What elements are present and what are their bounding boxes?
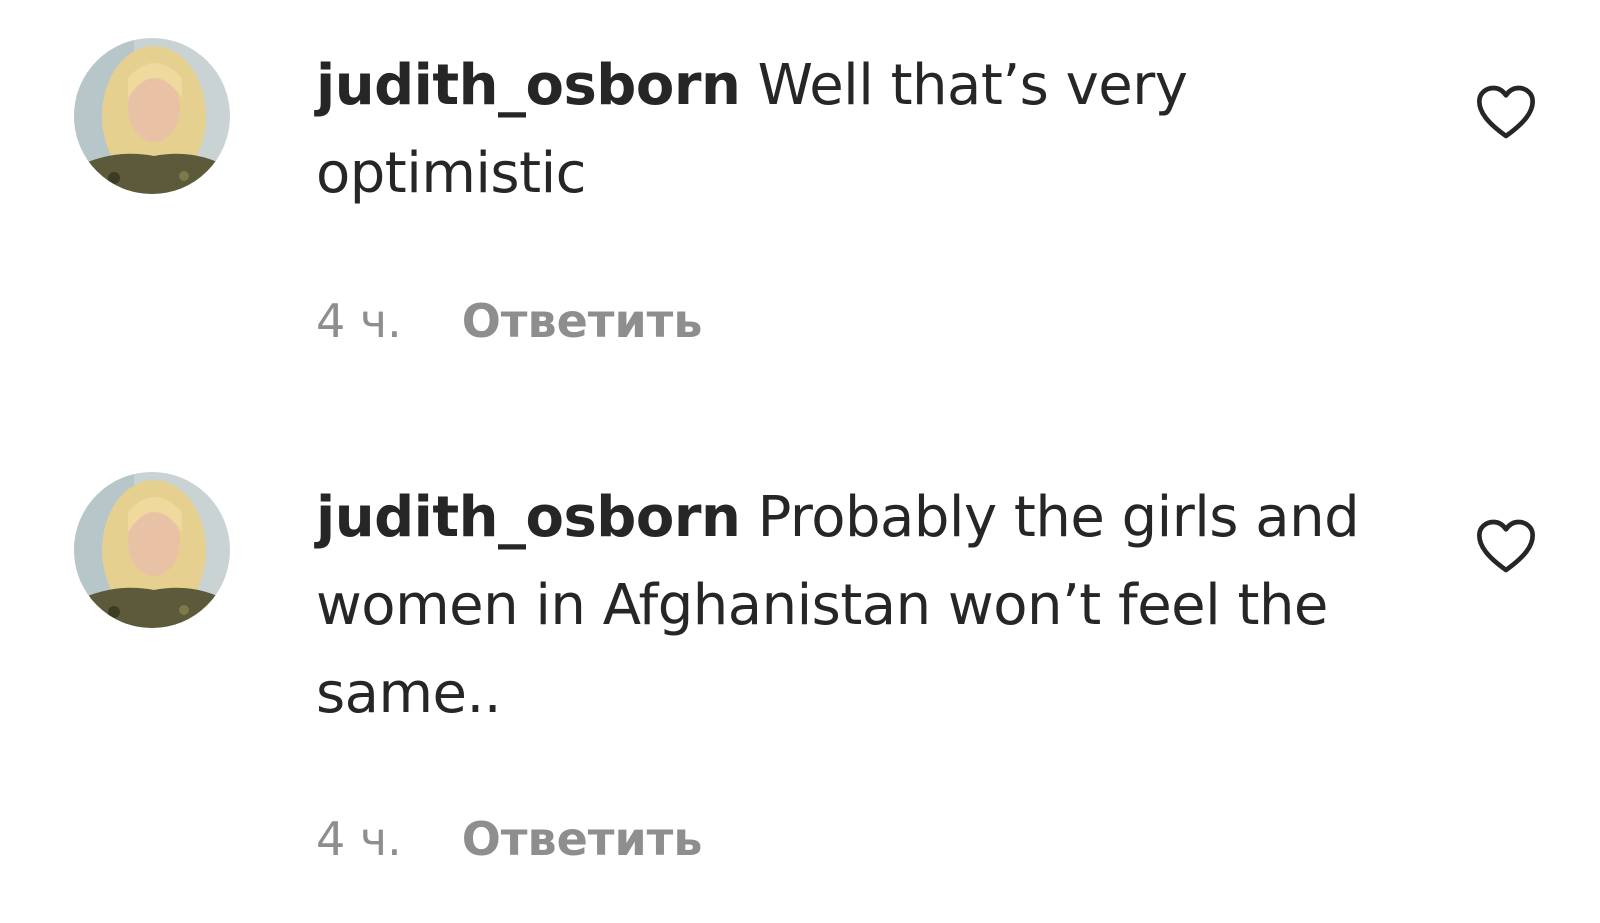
comment-timestamp: 4 ч. [316,294,402,348]
avatar-image [74,38,230,194]
comment-timestamp: 4 ч. [316,812,402,866]
comment-text: judith_osborn Probably the girls and wom… [316,474,1376,738]
avatar[interactable] [74,38,230,194]
comment-meta: 4 ч. Ответить [316,812,702,866]
username-link[interactable]: judith_osborn [316,53,741,118]
avatar-image [74,472,230,628]
username-link[interactable]: judith_osborn [316,485,741,550]
heart-outline-icon[interactable] [1474,516,1538,576]
avatar[interactable] [74,472,230,628]
heart-outline-icon[interactable] [1474,82,1538,142]
comment-item: judith_osborn Well that’s very optimisti… [0,0,1600,430]
comment-meta: 4 ч. Ответить [316,294,702,348]
reply-button[interactable]: Ответить [462,294,703,348]
comment-item: judith_osborn Probably the girls and wom… [0,440,1600,923]
comment-text: judith_osborn Well that’s very optimisti… [316,42,1376,218]
reply-button[interactable]: Ответить [462,812,703,866]
